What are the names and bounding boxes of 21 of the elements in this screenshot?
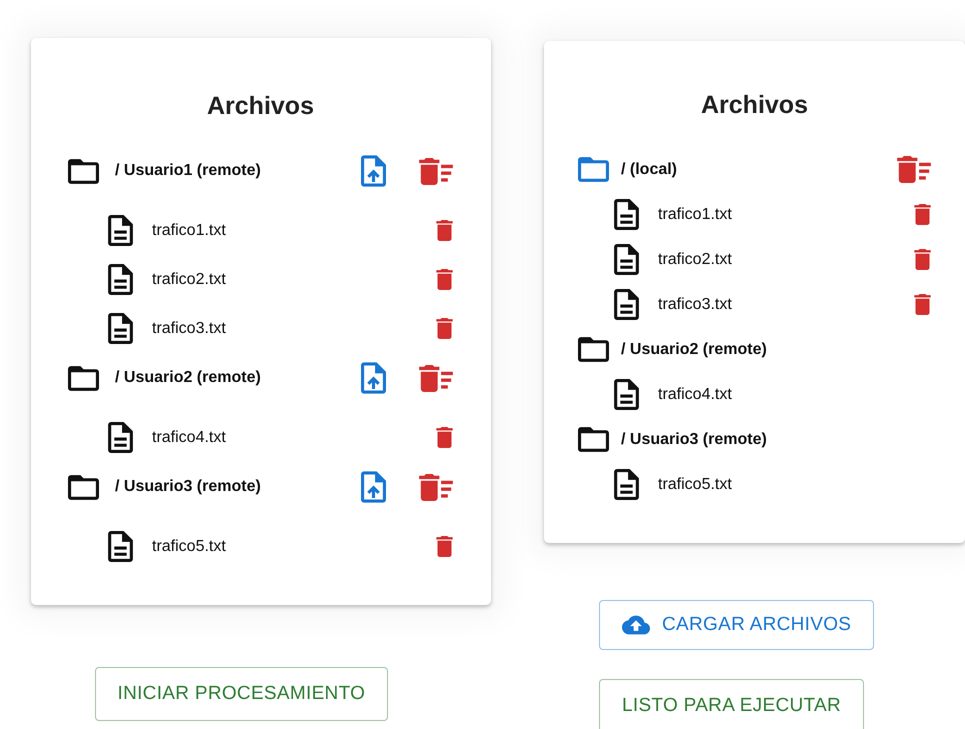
upload-button[interactable]: CARGAR ARCHIVOS bbox=[599, 600, 874, 650]
card-title: Archivos bbox=[700, 90, 809, 121]
folder-name: / Usuario2 (remote) bbox=[621, 340, 768, 358]
file-name: trafico3.txt bbox=[152, 320, 227, 338]
start-button[interactable]: INICIAR PROCESAMIENTO bbox=[94, 667, 388, 721]
file-name: trafico1.txt bbox=[658, 206, 733, 224]
file-name: trafico1.txt bbox=[152, 222, 227, 240]
card-title: Archivos bbox=[206, 91, 315, 122]
start-button[interactable]: LISTO PARA EJECUTAR bbox=[599, 679, 864, 729]
folder-name: / Usuario3 (remote) bbox=[621, 430, 768, 448]
file-name: trafico4.txt bbox=[658, 386, 733, 404]
file-name: trafico5.txt bbox=[152, 538, 227, 556]
file-name: trafico5.txt bbox=[658, 476, 733, 494]
file-name: trafico2.txt bbox=[152, 270, 227, 288]
file-name: trafico3.txt bbox=[658, 296, 733, 314]
folder-name: / Usuario2 (remote) bbox=[115, 369, 262, 387]
folder-name: / (local) bbox=[621, 160, 678, 178]
file-name: trafico4.txt bbox=[152, 428, 227, 446]
folder-name: / Usuario3 (remote) bbox=[115, 478, 262, 496]
folder-name: / Usuario1 (remote) bbox=[115, 162, 262, 180]
file-name: trafico2.txt bbox=[658, 250, 733, 268]
